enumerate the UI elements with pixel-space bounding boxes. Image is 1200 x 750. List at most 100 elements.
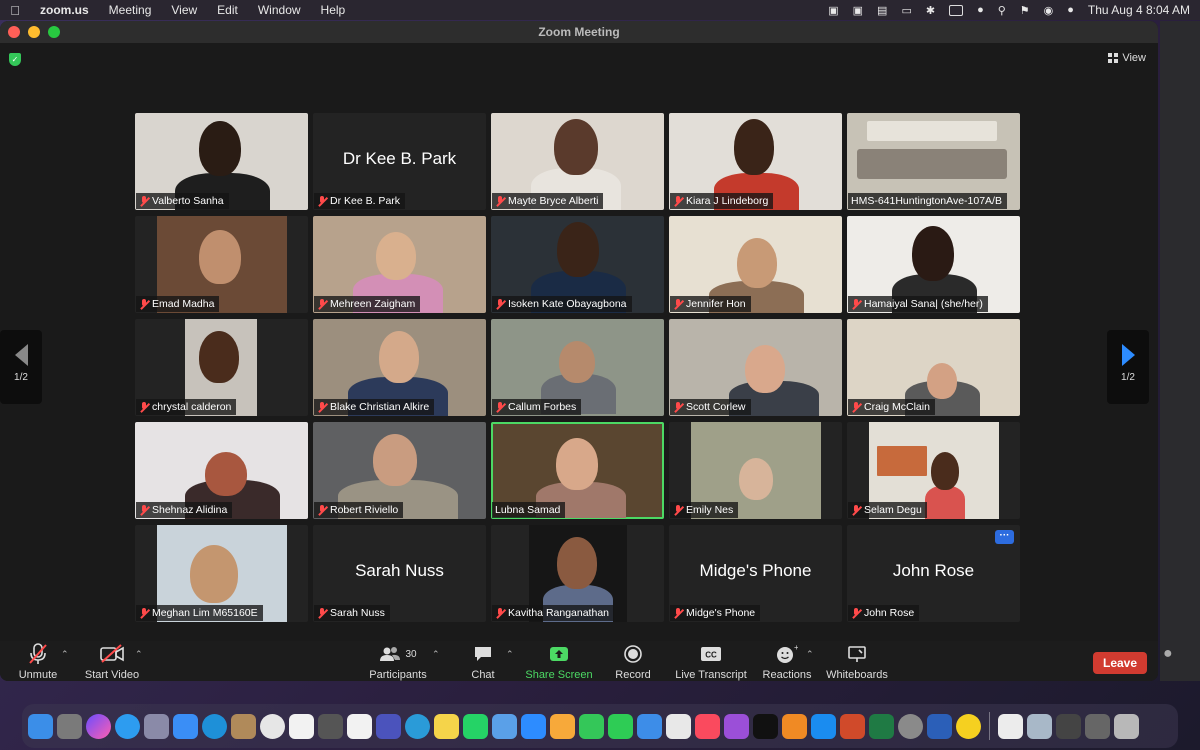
excel-icon[interactable] [869,713,894,739]
video-tile[interactable]: Dr Kee B. Park Dr Kee B. Park [313,113,486,210]
whiteboards-button[interactable]: Whiteboards [826,643,888,681]
previous-page-button[interactable]: 1/2 [0,330,42,404]
share-screen-button[interactable]: Share Screen [524,643,594,681]
music-icon[interactable] [695,713,720,739]
powerpoint-icon[interactable] [840,713,865,739]
next-page-button[interactable]: 1/2 [1107,330,1149,404]
menu-meeting[interactable]: Meeting [99,3,162,17]
contacts-icon[interactable] [231,713,256,739]
help-icon[interactable] [318,713,343,739]
battery-icon[interactable] [949,4,964,16]
launchpad-icon[interactable] [144,713,169,739]
video-tile[interactable]: Mayte Bryce Alberti [491,113,664,210]
video-tile[interactable]: Mehreen Zaigham [313,216,486,313]
video-tile[interactable]: Kavitha Ranganathan [491,525,664,622]
video-tile[interactable]: Scott Corlew [669,319,842,416]
menubar-clock[interactable]: Thu Aug 4 8:04 AM [1088,3,1190,17]
whatsapp-icon[interactable] [463,713,488,739]
system-preferences-icon[interactable] [898,713,923,739]
siri-icon[interactable]: ● [1067,4,1074,16]
downloads-stack-icon[interactable] [1056,713,1081,739]
chat-button[interactable]: Chat [466,643,500,681]
podcasts-icon[interactable] [724,713,749,739]
maps-icon[interactable] [492,713,517,739]
video-tile[interactable]: chrystal calderon [135,319,308,416]
reminders-icon[interactable] [347,713,372,739]
siri-dock-icon[interactable] [86,713,111,739]
news-icon[interactable] [666,713,691,739]
word-icon[interactable] [927,713,952,739]
screenshot-stack-icon[interactable] [1027,713,1052,739]
notes-icon[interactable] [434,713,459,739]
video-tile[interactable]: Sarah Nuss Sarah Nuss [313,525,486,622]
photos-icon[interactable] [550,713,575,739]
audio-options-caret-icon[interactable]: ⌃ [61,649,69,660]
teams-icon[interactable] [376,713,401,739]
video-tile[interactable]: Isoken Kate Obayagbona [491,216,664,313]
finder-icon[interactable] [28,713,53,739]
video-tile-active-speaker[interactable]: Lubna Samad [491,422,664,519]
video-tile[interactable]: Robert Riviello [313,422,486,519]
video-tile[interactable]: Valberto Sanha [135,113,308,210]
chat-options-caret-icon[interactable]: ⌃ [506,649,514,660]
zoom-status-icon[interactable]: ▣ [828,4,838,17]
spotlight-search-icon[interactable]: ⚲ [998,4,1006,17]
network-icon[interactable] [405,713,430,739]
video-tile[interactable]: Blake Christian Alkire [313,319,486,416]
video-tile[interactable]: Meghan Lim M65160E [135,525,308,622]
zoom-icon[interactable] [521,713,546,739]
more-options-button[interactable]: ··· [995,530,1014,544]
control-center-icon[interactable]: ◉ [1044,4,1054,17]
menu-view[interactable]: View [161,3,207,17]
participants-options-caret-icon[interactable]: ⌃ [432,649,440,660]
calculator-icon[interactable] [57,713,82,739]
video-tile[interactable]: Hamaiyal Sana| (she/her) [847,216,1020,313]
video-tile[interactable]: Midge's Phone Midge's Phone [669,525,842,622]
video-tile[interactable]: Craig McClain [847,319,1020,416]
mail-icon[interactable] [173,713,198,739]
encryption-shield-icon[interactable]: ✓ [9,53,21,66]
participants-button[interactable]: 30 Participants [368,643,428,681]
kakaotalk-icon[interactable] [956,713,981,739]
video-tile[interactable]: Jennifer Hon [669,216,842,313]
menu-help[interactable]: Help [311,3,356,17]
unmute-button[interactable]: Unmute [14,643,62,681]
display-icon[interactable]: ▭ [901,4,911,17]
video-tile[interactable]: Shehnaz Alidina [135,422,308,519]
mirroring-icon[interactable]: ▤ [877,4,887,17]
trash-icon[interactable] [1114,713,1139,739]
video-tile[interactable]: ··· John Rose John Rose [847,525,1020,622]
leave-meeting-button[interactable]: Leave [1093,652,1147,674]
chrome-icon[interactable] [260,713,285,739]
view-button[interactable]: View [1108,52,1146,64]
bluetooth-icon[interactable]: ✱ [926,4,935,17]
video-options-caret-icon[interactable]: ⌃ [135,649,143,660]
video-tile[interactable]: Kiara J Lindeborg [669,113,842,210]
recent-app-icon[interactable] [1085,713,1110,739]
books-icon[interactable] [782,713,807,739]
video-tile[interactable]: Callum Forbes [491,319,664,416]
document-stack-icon[interactable] [998,713,1023,739]
app-store-icon[interactable] [811,713,836,739]
menu-app-name[interactable]: zoom.us [30,3,99,17]
video-tile[interactable]: HMS-641HuntingtonAve-107A/B [847,113,1020,210]
notification-icon[interactable]: ▣ [853,4,863,17]
record-button[interactable]: Record [612,643,654,681]
menu-window[interactable]: Window [248,3,311,17]
calendar-icon[interactable] [289,713,314,739]
video-tile[interactable]: Selam Degu [847,422,1020,519]
apple-menu-icon[interactable]:  [0,3,30,18]
live-transcript-button[interactable]: CC Live Transcript [672,643,750,681]
safari-icon[interactable] [115,713,140,739]
messages-icon[interactable] [579,713,604,739]
reactions-options-caret-icon[interactable]: ⌃ [806,649,814,660]
wifi-icon[interactable]: ● [977,4,984,16]
video-tile[interactable]: Emad Madha [135,216,308,313]
menu-edit[interactable]: Edit [207,3,248,17]
apple-tv-icon[interactable] [753,713,778,739]
flag-icon[interactable]: ⚑ [1020,4,1030,17]
facetime-icon[interactable] [608,713,633,739]
keynote-icon[interactable] [637,713,662,739]
skype-icon[interactable] [202,713,227,739]
video-tile[interactable]: Emily Nes [669,422,842,519]
